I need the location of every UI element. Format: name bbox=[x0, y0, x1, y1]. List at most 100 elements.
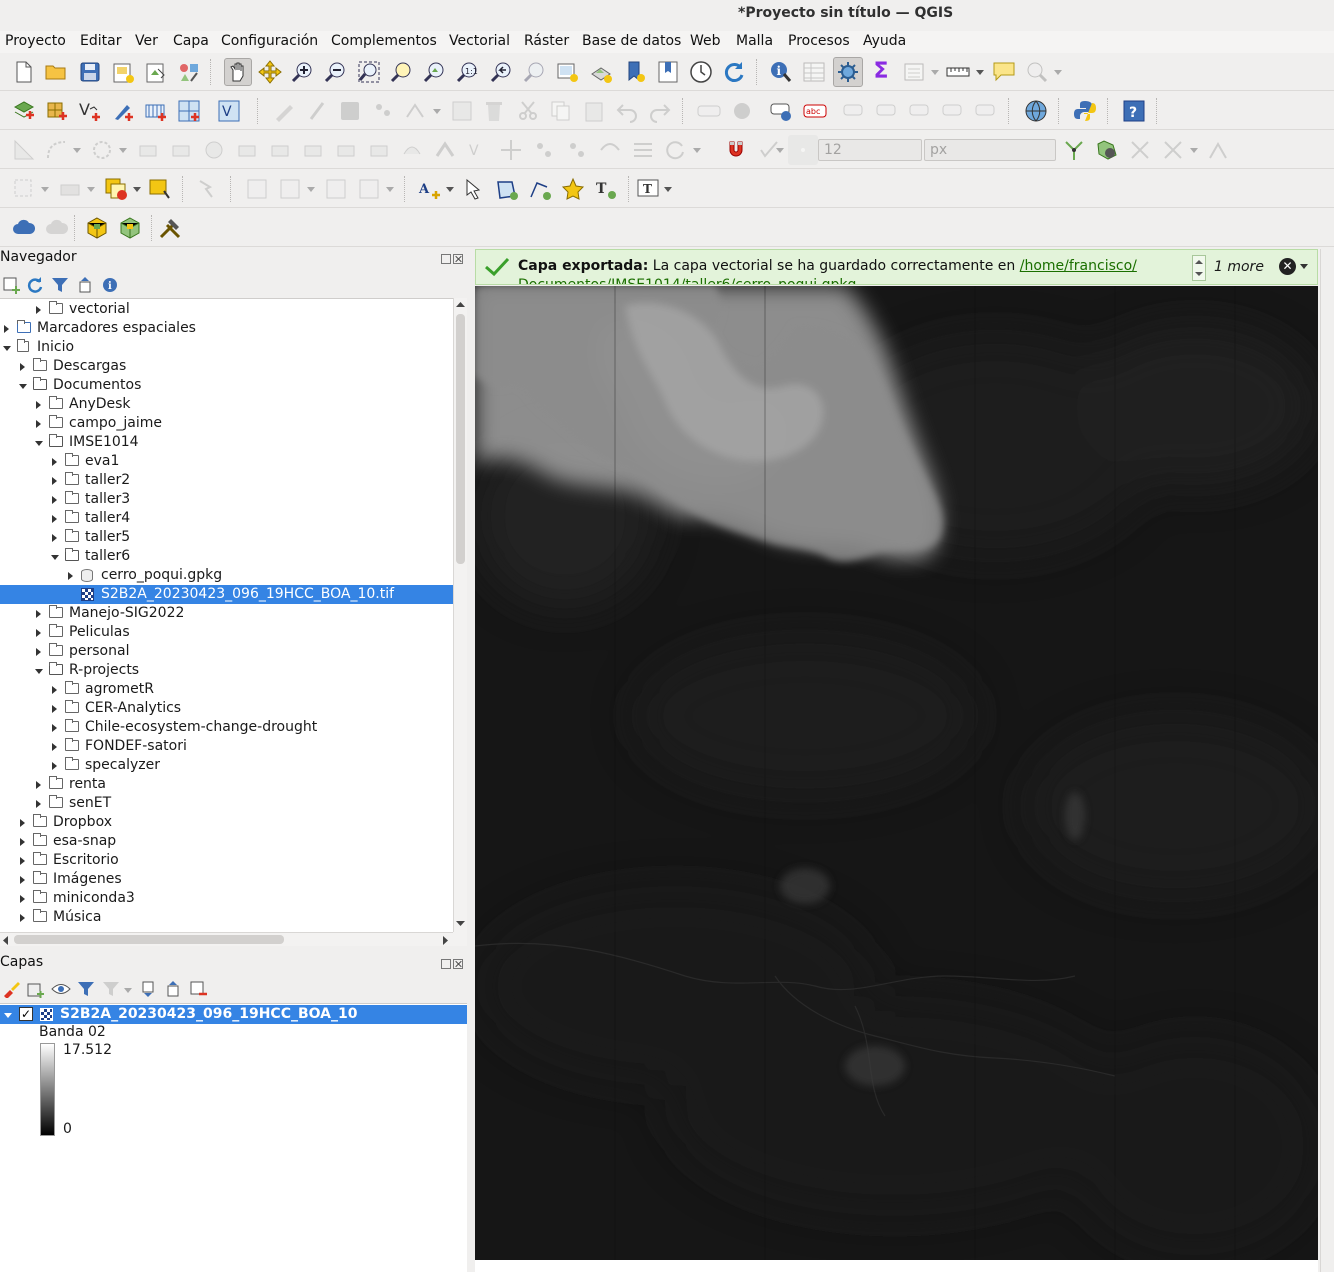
merge-features-icon[interactable] bbox=[433, 138, 457, 162]
navigator-item[interactable]: taller2 bbox=[0, 471, 453, 490]
menu-malla[interactable]: Malla bbox=[736, 33, 773, 49]
filter-icon[interactable] bbox=[49, 273, 71, 297]
label-abc-icon[interactable]: abc bbox=[803, 99, 827, 123]
style-manager-icon[interactable] bbox=[177, 60, 201, 84]
add-wfs-layer-icon[interactable] bbox=[177, 99, 201, 123]
expand-arrow-icon[interactable] bbox=[52, 743, 57, 751]
processing-toolbox-icon[interactable] bbox=[833, 57, 863, 87]
merge-attributes-icon[interactable]: V bbox=[466, 138, 490, 162]
message-link[interactable]: /home/francisco/ bbox=[1020, 258, 1137, 274]
menu-editar[interactable]: Editar bbox=[80, 33, 121, 49]
field-calculator-icon[interactable] bbox=[245, 177, 269, 201]
chevron-down-icon[interactable] bbox=[1300, 264, 1308, 270]
navigator-item[interactable]: eva1 bbox=[0, 452, 453, 471]
scroll-up-icon[interactable] bbox=[456, 301, 465, 309]
package-install-icon[interactable] bbox=[118, 216, 142, 240]
trim-extend-icon[interactable] bbox=[565, 138, 589, 162]
modify-attributes-icon[interactable] bbox=[450, 99, 474, 123]
add-circular-string-icon[interactable] bbox=[45, 138, 69, 162]
topological-editing-icon[interactable] bbox=[1062, 138, 1086, 162]
expand-arrow-icon[interactable] bbox=[52, 458, 57, 466]
collapse-all-icon[interactable] bbox=[74, 273, 96, 297]
expand-arrow-icon[interactable] bbox=[52, 724, 57, 732]
navigator-item[interactable]: renta bbox=[0, 775, 453, 794]
map-canvas[interactable] bbox=[475, 286, 1318, 1260]
snapping-magnet-icon[interactable] bbox=[724, 138, 748, 162]
scroll-thumb[interactable] bbox=[14, 935, 284, 944]
scroll-down-icon[interactable] bbox=[456, 920, 465, 928]
menu-procesos[interactable]: Procesos bbox=[788, 33, 850, 49]
collapse-arrow-icon[interactable] bbox=[3, 346, 11, 351]
identify-icon[interactable]: i bbox=[769, 60, 793, 84]
enable-tracing-icon[interactable] bbox=[1128, 138, 1152, 162]
toggle-editing-icon[interactable] bbox=[272, 99, 296, 123]
navigator-item[interactable]: taller3 bbox=[0, 490, 453, 509]
expand-arrow-icon[interactable] bbox=[52, 496, 57, 504]
label-toolbar-icon[interactable] bbox=[697, 99, 721, 123]
collapse-arrow-icon[interactable] bbox=[19, 384, 27, 389]
message-more-count[interactable]: 1 more bbox=[1214, 259, 1264, 275]
rotate-label-icon[interactable] bbox=[942, 99, 966, 123]
navigator-item[interactable]: CER-Analytics bbox=[0, 699, 453, 718]
navigator-item[interactable]: Imágenes bbox=[0, 870, 453, 889]
expand-arrow-icon[interactable] bbox=[20, 363, 25, 371]
navigator-dock-buttons[interactable] bbox=[441, 252, 465, 264]
digitize-point-icon[interactable] bbox=[371, 99, 395, 123]
message-link-continued[interactable]: Documentos/IMSE1014/taller6/cerro_poqui.… bbox=[518, 277, 856, 284]
add-virtual-layer-icon[interactable]: V bbox=[217, 99, 241, 123]
annotation-icon[interactable] bbox=[992, 60, 1016, 84]
collapse-arrow-icon[interactable] bbox=[51, 555, 59, 560]
menu-capa[interactable]: Capa bbox=[173, 33, 209, 49]
align-icon[interactable] bbox=[631, 138, 655, 162]
snapping-unit-select[interactable]: px bbox=[924, 139, 1056, 161]
delete-ring-icon[interactable] bbox=[202, 138, 226, 162]
collapse-arrow-icon[interactable] bbox=[4, 1013, 12, 1018]
show-hide-labels-icon[interactable] bbox=[876, 99, 900, 123]
add-wms-layer-icon[interactable] bbox=[144, 99, 168, 123]
navigator-item[interactable]: Música bbox=[0, 908, 453, 927]
expand-arrow-icon[interactable] bbox=[68, 572, 73, 580]
fill-ring-icon[interactable] bbox=[136, 138, 160, 162]
navigator-item[interactable]: AnyDesk bbox=[0, 395, 453, 414]
menu-web[interactable]: Web bbox=[690, 33, 721, 49]
delete-part-icon[interactable] bbox=[235, 138, 259, 162]
navigator-item[interactable]: taller4 bbox=[0, 509, 453, 528]
annotation-polygon-icon[interactable] bbox=[495, 177, 519, 201]
navigator-item[interactable]: agrometR bbox=[0, 680, 453, 699]
scroll-thumb[interactable] bbox=[456, 314, 465, 564]
expand-arrow-icon[interactable] bbox=[36, 420, 41, 428]
undo-icon[interactable] bbox=[615, 99, 639, 123]
zoom-to-layer-icon[interactable] bbox=[423, 60, 447, 84]
expand-arrow-icon[interactable] bbox=[36, 800, 41, 808]
annotation-line-icon[interactable] bbox=[528, 177, 552, 201]
scroll-right-icon[interactable] bbox=[441, 936, 449, 945]
menu-base-de-datos[interactable]: Base de datos bbox=[582, 33, 681, 49]
hammer-icon[interactable] bbox=[158, 216, 182, 240]
navigator-item[interactable]: FONDEF-satori bbox=[0, 737, 453, 756]
select-by-value-icon[interactable] bbox=[58, 177, 82, 201]
up-down-arrows-icon[interactable] bbox=[1193, 256, 1205, 280]
map-tips-icon[interactable] bbox=[1025, 60, 1049, 84]
navigator-tree[interactable]: vectorial Marcadores espaciales Inicio Desc… bbox=[0, 298, 453, 932]
zoom-to-selection-icon[interactable] bbox=[390, 60, 414, 84]
expand-arrow-icon[interactable] bbox=[52, 686, 57, 694]
add-csv-layer-icon[interactable]: V bbox=[78, 99, 102, 123]
navigator-item[interactable]: Documentos bbox=[0, 376, 453, 395]
select-by-location-icon[interactable] bbox=[196, 177, 220, 201]
layer-row[interactable]: ✓ S2B2A_20230423_096_19HCC_BOA_10 bbox=[0, 1005, 467, 1024]
python-console-icon[interactable] bbox=[1073, 99, 1097, 123]
new-bookmark-icon[interactable] bbox=[623, 60, 647, 84]
expand-arrow-icon[interactable] bbox=[52, 705, 57, 713]
collapse-all-icon[interactable] bbox=[162, 977, 184, 1001]
open-project-icon[interactable] bbox=[44, 60, 68, 84]
navigator-item[interactable]: cerro_poqui.gpkg bbox=[0, 566, 453, 585]
snapping-tolerance-input[interactable]: 12 bbox=[818, 139, 922, 161]
measure-icon[interactable] bbox=[946, 60, 970, 84]
package-icon[interactable] bbox=[85, 216, 109, 240]
pan-to-selection-icon[interactable] bbox=[258, 60, 282, 84]
cut-features-icon[interactable] bbox=[516, 99, 540, 123]
expand-arrow-icon[interactable] bbox=[52, 534, 57, 542]
temporal-controller-icon[interactable] bbox=[689, 60, 713, 84]
paste-features-icon[interactable] bbox=[582, 99, 606, 123]
annotation-select-icon[interactable] bbox=[462, 177, 486, 201]
